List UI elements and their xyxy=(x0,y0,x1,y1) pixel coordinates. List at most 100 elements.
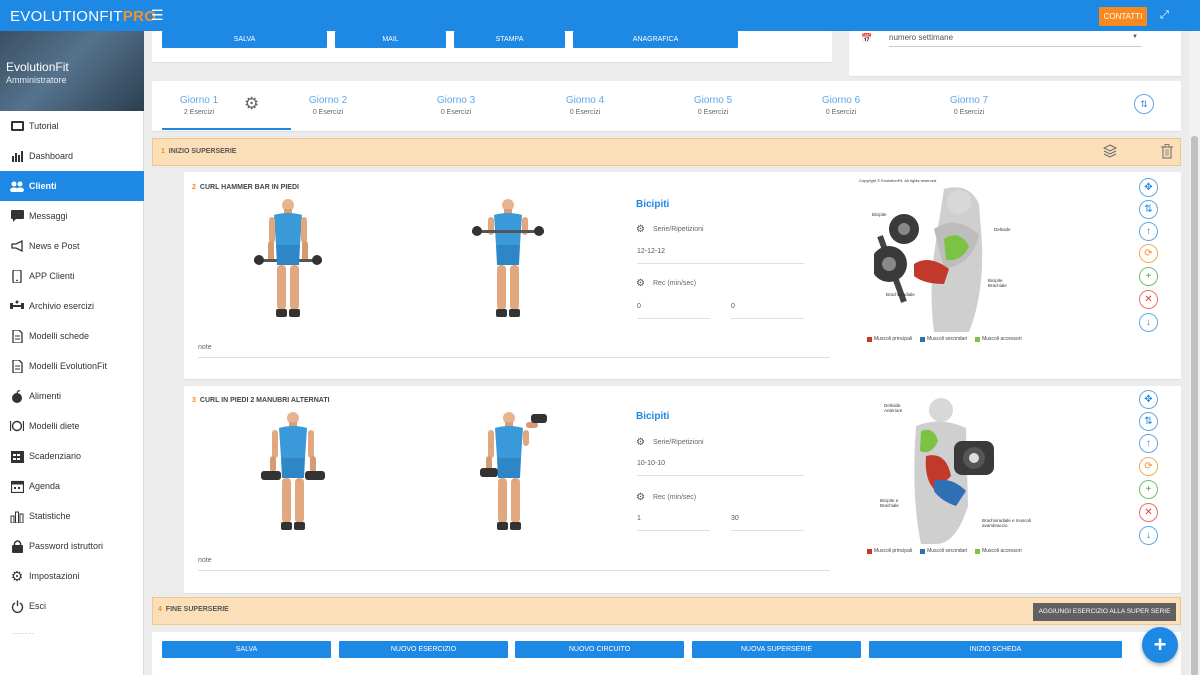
sidebar-item-modelli-schede[interactable]: Modelli schede xyxy=(0,321,144,351)
sort-icon[interactable]: ⇅ xyxy=(1139,412,1158,431)
arrow-up-icon[interactable]: ↑ xyxy=(1139,434,1158,453)
sidebar-item-label: Alimenti xyxy=(29,391,62,401)
delete-icon[interactable]: ✕ xyxy=(1139,503,1158,522)
sidebar-item-label: Modelli EvolutionFit xyxy=(29,361,108,371)
layers-icon[interactable] xyxy=(1102,144,1118,163)
trash-icon[interactable] xyxy=(1161,144,1173,164)
sidebar: EvolutionFit Amministratore Tutorial Das… xyxy=(0,31,144,675)
menu-toggle-icon[interactable]: ☰ xyxy=(151,7,164,24)
sidebar-item-agenda[interactable]: Agenda xyxy=(0,471,144,501)
muscle-legend: Muscoli principali Muscoli secondari Mus… xyxy=(867,336,1022,342)
anatomy-label: Bicipite xyxy=(872,212,887,217)
delete-icon[interactable]: ✕ xyxy=(1139,290,1158,309)
tab-day-6[interactable]: Giorno 60 Esercizi xyxy=(801,95,881,116)
apple-icon xyxy=(10,389,24,403)
sidebar-item-label: Clienti xyxy=(29,181,57,191)
tab-day-4[interactable]: Giorno 40 Esercizi xyxy=(545,95,625,116)
arrow-down-icon[interactable]: ↓ xyxy=(1139,313,1158,332)
fab-add-button[interactable]: + xyxy=(1142,627,1178,663)
save-button[interactable]: SALVA xyxy=(162,641,331,658)
gear-icon[interactable]: ⚙ xyxy=(244,94,259,114)
muscle-group: Bicipiti xyxy=(636,411,670,422)
tab-day-5[interactable]: Giorno 50 Esercizi xyxy=(673,95,753,116)
arrow-down-icon[interactable]: ↓ xyxy=(1139,526,1158,545)
sidebar-item-scadenziario[interactable]: Scadenziario xyxy=(0,441,144,471)
gear-icon: ⚙ xyxy=(10,567,24,584)
sets-label: ⚙ Serie/Ripetizioni xyxy=(636,437,704,448)
sidebar-item-dashboard[interactable]: Dashboard xyxy=(0,141,144,171)
sidebar-item-tutorial[interactable]: Tutorial xyxy=(0,111,144,141)
anatomy-label: Deltoide Anteriore xyxy=(884,403,903,413)
anagrafica-button[interactable]: ANAGRAFICA xyxy=(573,31,738,48)
sidebar-item-label: APP Clienti xyxy=(29,271,75,281)
sidebar-item-statistiche[interactable]: Statistiche xyxy=(0,501,144,531)
tab-day-2[interactable]: Giorno 20 Esercizi xyxy=(288,95,368,116)
rec-label: ⚙ Rec (min/sec) xyxy=(636,278,697,289)
sets-input[interactable]: 10-10-10 xyxy=(637,460,804,476)
save-button[interactable]: SALVA xyxy=(162,31,327,48)
weeks-select[interactable]: numero settimane ▼ xyxy=(889,33,1142,47)
rec-min-input[interactable]: 1 xyxy=(637,515,710,531)
add-to-superset-button[interactable]: AGGIUNGI ESERCIZIO ALLA SUPER SERIE xyxy=(1033,603,1176,621)
move-icon[interactable]: ✥ xyxy=(1139,390,1158,409)
fullscreen-icon[interactable]: ⤢ xyxy=(1160,9,1169,22)
new-exercise-button[interactable]: NUOVO ESERCIZIO xyxy=(339,641,508,658)
sidebar-item-archivio[interactable]: Archivio esercizi xyxy=(0,291,144,321)
note-field[interactable]: note xyxy=(198,557,830,571)
sidebar-item-alimenti[interactable]: Alimenti xyxy=(0,381,144,411)
new-superset-button[interactable]: NUOVA SUPERSERIE xyxy=(692,641,861,658)
sidebar-item-label: Scadenziario xyxy=(29,451,82,461)
tab-day-1[interactable]: Giorno 12 Esercizi xyxy=(159,95,239,116)
sidebar-item-modelli-diete[interactable]: Modelli diete xyxy=(0,411,144,441)
exercise-end-image xyxy=(480,412,547,530)
tab-day-7[interactable]: Giorno 70 Esercizi xyxy=(929,95,1009,116)
start-plan-button[interactable]: INIZIO SCHEDA xyxy=(869,641,1122,658)
sets-input[interactable]: 12-12-12 xyxy=(637,248,804,264)
exercise-card: 3 CURL IN PIEDI 2 MANUBRI ALTERNATI Bicip… xyxy=(184,386,1181,593)
superset-start-label: 1 INIZIO SUPERSERIE xyxy=(161,148,237,155)
chevron-down-icon: ▼ xyxy=(1132,34,1138,40)
user-name: EvolutionFit xyxy=(6,60,69,74)
sidebar-item-impostazioni[interactable]: ⚙ Impostazioni xyxy=(0,561,144,591)
tab-day-3[interactable]: Giorno 30 Esercizi xyxy=(416,95,496,116)
replace-icon[interactable]: ⟳ xyxy=(1139,244,1158,263)
sidebar-item-label: Password istruttori xyxy=(29,541,104,551)
legend-secondary: Muscoli secondari xyxy=(920,548,967,554)
sidebar-item-messaggi[interactable]: Messaggi xyxy=(0,201,144,231)
scroll-thumb[interactable] xyxy=(1191,136,1198,675)
new-circuit-button[interactable]: NUOVO CIRCUITO xyxy=(515,641,684,658)
sidebar-profile: EvolutionFit Amministratore xyxy=(0,31,144,111)
active-tab-indicator xyxy=(162,128,291,130)
user-role: Amministratore xyxy=(6,75,67,85)
brand-logo[interactable]: EVOLUTIONFITPRO xyxy=(10,8,156,25)
sidebar-more: ................ xyxy=(12,630,35,636)
sidebar-item-app-clienti[interactable]: APP Clienti xyxy=(0,261,144,291)
note-field[interactable]: note xyxy=(198,344,830,358)
sidebar-item-modelli-evolutionfit[interactable]: Modelli EvolutionFit xyxy=(0,351,144,381)
mail-button[interactable]: MAIL xyxy=(335,31,446,48)
sidebar-item-label: Statistiche xyxy=(29,511,71,521)
sidebar-item-news[interactable]: News e Post xyxy=(0,231,144,261)
phone-icon xyxy=(10,269,24,283)
muscle-legend: Muscoli principali Muscoli secondari Mus… xyxy=(867,548,1022,554)
contatti-button[interactable]: CONTATTI xyxy=(1099,7,1147,26)
sort-icon[interactable]: ⇅ xyxy=(1134,94,1154,114)
move-icon[interactable]: ✥ xyxy=(1139,178,1158,197)
rec-sec-input[interactable]: 30 xyxy=(731,515,804,531)
add-icon[interactable]: + xyxy=(1139,480,1158,499)
sidebar-item-label: News e Post xyxy=(29,241,80,251)
sort-icon[interactable]: ⇅ xyxy=(1139,200,1158,219)
arrow-up-icon[interactable]: ↑ xyxy=(1139,222,1158,241)
rec-sec-input[interactable]: 0 xyxy=(731,303,804,319)
add-icon[interactable]: + xyxy=(1139,267,1158,286)
sidebar-item-password[interactable]: Password istruttori xyxy=(0,531,144,561)
rec-min-input[interactable]: 0 xyxy=(637,303,710,319)
print-button[interactable]: STAMPA xyxy=(454,31,565,48)
sidebar-item-clienti[interactable]: Clienti xyxy=(0,171,144,201)
scrollbar[interactable] xyxy=(1189,31,1200,675)
sidebar-item-esci[interactable]: Esci xyxy=(0,591,144,621)
replace-icon[interactable]: ⟳ xyxy=(1139,457,1158,476)
power-icon xyxy=(10,599,24,613)
sidebar-item-label: Esci xyxy=(29,601,47,611)
legend-accessory: Muscoli accessori xyxy=(975,548,1022,554)
